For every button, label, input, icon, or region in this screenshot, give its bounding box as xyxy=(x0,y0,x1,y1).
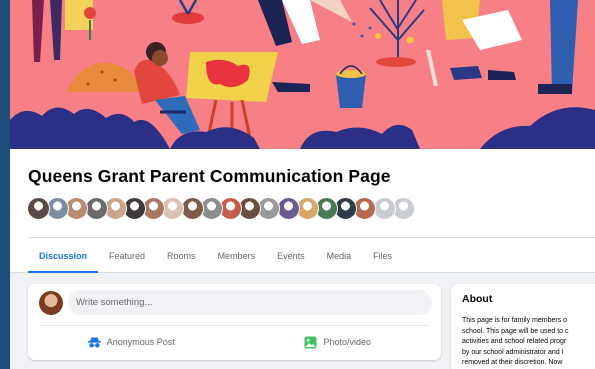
write-something-input[interactable]: Write something... xyxy=(68,290,432,315)
incognito-icon xyxy=(87,337,101,347)
about-line: removed at their discretion. Now xyxy=(462,359,563,367)
anonymous-post-button[interactable]: Anonymous Post xyxy=(28,329,235,355)
group-tabs: Discussion Featured Rooms Members Events… xyxy=(28,238,403,273)
cover-photo xyxy=(10,0,595,149)
tab-rooms[interactable]: Rooms xyxy=(156,238,207,273)
composer-divider xyxy=(39,325,430,326)
tab-featured[interactable]: Featured xyxy=(98,238,156,273)
avatar[interactable] xyxy=(39,291,63,315)
about-title: About xyxy=(462,293,493,305)
default-avatar[interactable] xyxy=(372,197,396,220)
tab-media[interactable]: Media xyxy=(316,238,363,273)
about-description: This page is for family members o school… xyxy=(462,316,595,369)
tab-members[interactable]: Members xyxy=(207,238,267,273)
page-title: Queens Grant Parent Communication Page xyxy=(28,166,391,186)
member-avatar[interactable] xyxy=(276,197,300,220)
about-line: activities and school related progr xyxy=(462,338,567,346)
about-card: About This page is for family members o … xyxy=(451,284,595,369)
about-line: by our school administrator and l xyxy=(462,348,564,356)
group-header: Queens Grant Parent Communication Page D… xyxy=(10,149,595,273)
member-avatar[interactable] xyxy=(84,197,108,220)
member-avatar[interactable] xyxy=(180,197,204,220)
photo-icon xyxy=(304,336,317,348)
anonymous-post-label: Anonymous Post xyxy=(106,337,175,347)
group-page: Queens Grant Parent Communication Page D… xyxy=(10,0,595,369)
tab-events[interactable]: Events xyxy=(266,238,316,273)
composer-actions: Anonymous Post Photo/video xyxy=(28,329,441,355)
post-composer: Write something... Anonymous Post Photo/… xyxy=(28,284,441,360)
cover-illustration xyxy=(10,0,595,149)
photo-video-label: Photo/video xyxy=(323,337,372,347)
tab-files[interactable]: Files xyxy=(362,238,403,273)
photo-video-button[interactable]: Photo/video xyxy=(235,329,442,355)
member-avatar[interactable] xyxy=(27,197,50,220)
tab-discussion[interactable]: Discussion xyxy=(28,238,99,273)
about-line: school. This page will be used to c xyxy=(462,327,569,335)
about-line: This page is for family members o xyxy=(462,317,568,324)
